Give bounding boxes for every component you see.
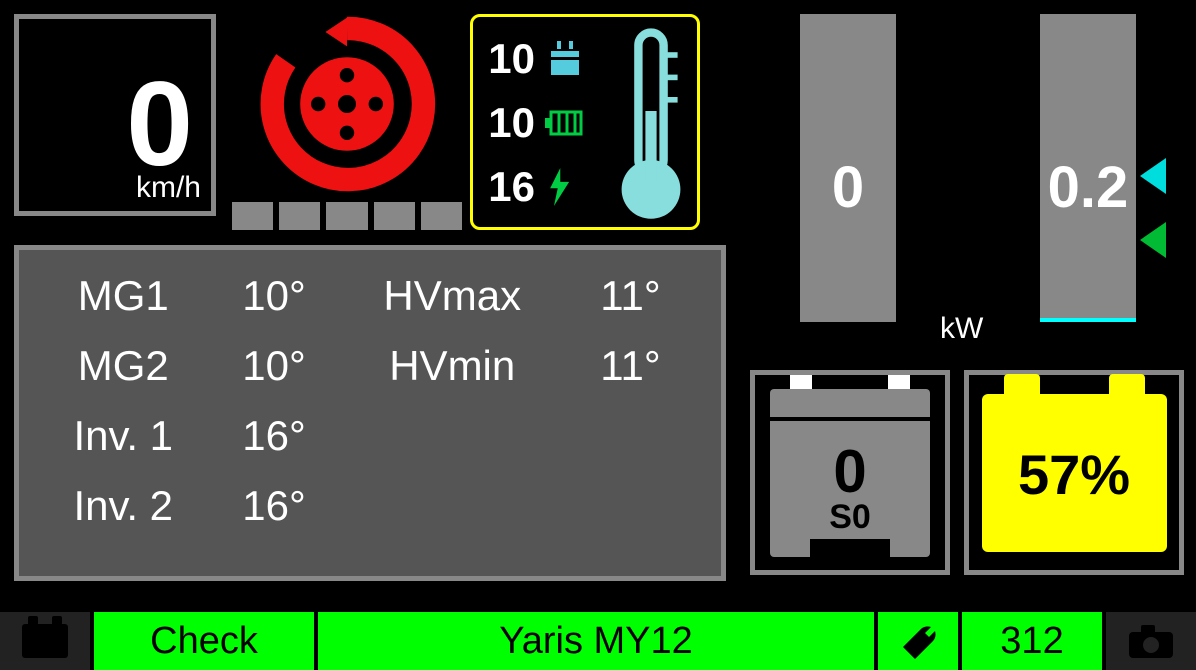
- bottom-bar: Check Yaris MY12 312: [0, 612, 1196, 670]
- wrench-icon: [895, 621, 941, 661]
- gauge-left-value: 0: [760, 154, 936, 221]
- screenshot-button[interactable]: [1106, 612, 1196, 670]
- engine-sub: S0: [770, 498, 930, 537]
- power-gauge-left[interactable]: 0: [760, 14, 936, 354]
- bb-battery-button[interactable]: [0, 612, 90, 670]
- mg2-value: 10°: [206, 342, 343, 390]
- temp-battery-value: 10: [487, 99, 535, 147]
- tools-button[interactable]: [878, 612, 958, 670]
- gauge-unit: kW: [940, 312, 983, 346]
- engine-value: 0: [770, 437, 930, 506]
- gauge-marker-cyan-icon: [1140, 158, 1166, 194]
- battery-small-icon: [22, 624, 68, 658]
- inv1-label: Inv. 1: [41, 412, 206, 460]
- gauge-marker-green-icon: [1140, 222, 1166, 258]
- mg2-label: MG2: [41, 342, 206, 390]
- brake-rotor-icon: [247, 14, 447, 194]
- check-button[interactable]: Check: [94, 612, 314, 670]
- hvmin-label: HVmin: [343, 342, 562, 390]
- hvmax-value: 11°: [562, 272, 699, 320]
- temperature-widget[interactable]: 10 10 16: [470, 14, 700, 230]
- engine-block-icon: 0 S0: [770, 389, 930, 557]
- temperature-table[interactable]: MG1 10° HVmax 11° MG2 10° HVmin 11° Inv.…: [14, 245, 726, 581]
- temp-inverter-value: 16: [487, 163, 535, 211]
- camera-icon: [1126, 622, 1176, 660]
- temp-engine-value: 10: [487, 35, 535, 83]
- battery-pack-icon: [545, 106, 585, 140]
- thermometer-icon: [615, 27, 687, 223]
- battery-soc-widget[interactable]: 57%: [964, 370, 1184, 575]
- battery-pct: 57%: [982, 442, 1167, 507]
- vehicle-button[interactable]: Yaris MY12: [318, 612, 874, 670]
- hvmin-value: 11°: [562, 342, 699, 390]
- battery-icon: 57%: [982, 394, 1167, 552]
- speed-widget[interactable]: 0 km/h: [14, 14, 216, 216]
- inv2-label: Inv. 2: [41, 482, 206, 530]
- lightning-icon: [545, 168, 573, 206]
- speed-unit: km/h: [136, 171, 201, 205]
- engine-block-icon: [545, 41, 585, 77]
- inv1-value: 16°: [206, 412, 343, 460]
- count-button[interactable]: 312: [962, 612, 1102, 670]
- brake-widget[interactable]: [232, 14, 462, 230]
- mg1-value: 10°: [206, 272, 343, 320]
- inv2-value: 16°: [206, 482, 343, 530]
- engine-state-widget[interactable]: 0 S0: [750, 370, 950, 575]
- hvmax-label: HVmax: [343, 272, 562, 320]
- mg1-label: MG1: [41, 272, 206, 320]
- brake-level-bar: [232, 202, 462, 230]
